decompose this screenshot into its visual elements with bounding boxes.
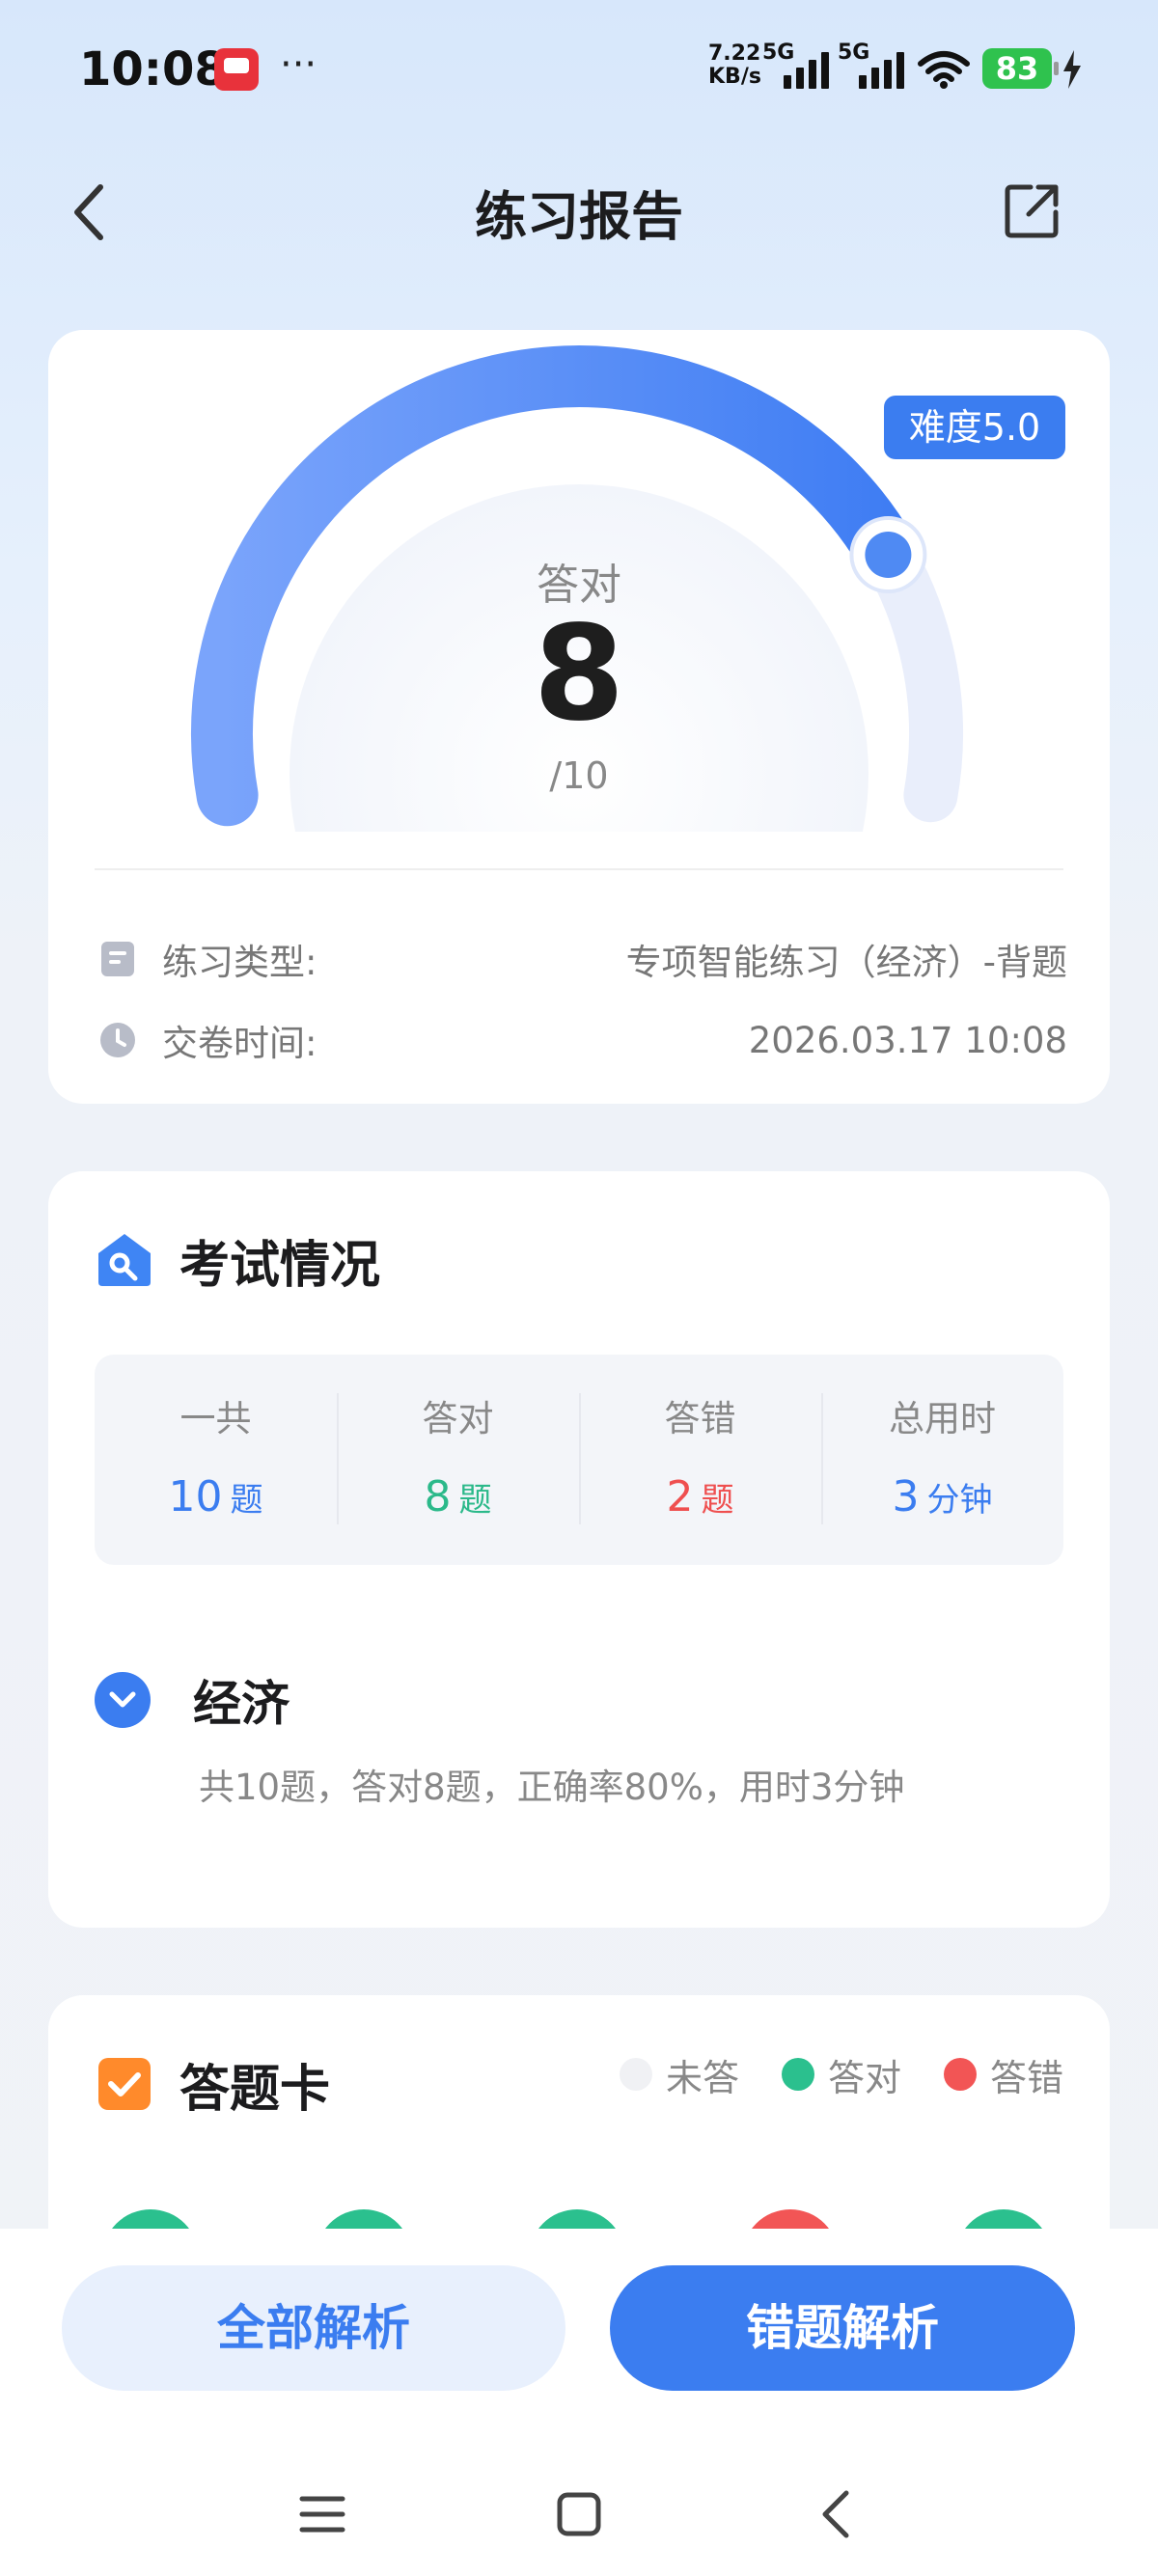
- stat-time-value: 3: [892, 1472, 920, 1521]
- charging-icon: [1063, 50, 1081, 89]
- network-speed: 7.22 KB/s: [708, 42, 761, 89]
- subject-name: 经济: [193, 1676, 290, 1732]
- legend-wrong-dot: [943, 2058, 977, 2091]
- network-speed-unit: KB/s: [708, 65, 761, 89]
- practice-type-value: 专项智能练习（经济）-背题: [625, 942, 1067, 983]
- share-icon: [1005, 184, 1059, 238]
- subject-summary: 共10题，答对8题，正确率80%，用时3分钟: [199, 1767, 905, 1808]
- stat-wrong: 答错 2题: [579, 1355, 821, 1565]
- stat-wrong-value: 2: [666, 1472, 694, 1521]
- chevron-down-icon[interactable]: [95, 1672, 151, 1728]
- status-bar: 10:08 ··· 7.22 KB/s 5G 5G 83: [0, 0, 1158, 135]
- network-speed-value: 7.22: [708, 41, 761, 66]
- share-button[interactable]: [994, 172, 1071, 249]
- stat-time: 总用时 3 分钟: [821, 1355, 1063, 1565]
- stat-time-label: 总用时: [889, 1398, 996, 1439]
- document-icon: [98, 940, 137, 978]
- signal-icon: [784, 50, 829, 89]
- header: 练习报告: [0, 154, 1158, 260]
- legend-wrong-label: 答错: [989, 2056, 1063, 2099]
- practice-type-row: 练习类型: 专项智能练习（经济）-背题: [98, 930, 1067, 988]
- answer-legend: 未答 答对 答错: [619, 2045, 1063, 2103]
- signal-icon: [859, 50, 904, 89]
- stat-wrong-unit: 题: [701, 1481, 734, 1520]
- checkbox-icon: [98, 2058, 151, 2110]
- wifi-icon: [918, 51, 970, 89]
- all-analysis-button[interactable]: 全部解析: [62, 2265, 565, 2391]
- practice-type-label: 练习类型:: [162, 942, 317, 983]
- stat-correct-unit: 题: [458, 1481, 492, 1520]
- exam-summary-card: 考试情况 一共 10 题 答对 8题 答错 2题 总用时 3 分钟 经济 共10题，…: [48, 1171, 1110, 1928]
- stat-total-label: 一共: [179, 1398, 252, 1439]
- wrong-analysis-button[interactable]: 错题解析: [610, 2265, 1075, 2391]
- legend-unanswered-label: 未答: [665, 2056, 739, 2099]
- clock-icon: [98, 1021, 137, 1059]
- stat-correct-value: 8: [424, 1472, 452, 1521]
- submit-time-value: 2026.03.17 10:08: [748, 1019, 1067, 1061]
- stat-correct: 答对 8题: [337, 1355, 579, 1565]
- page-title: 练习报告: [475, 186, 683, 247]
- exam-section-header: 考试情况: [95, 1221, 380, 1299]
- legend-correct-dot: [781, 2058, 814, 2091]
- stat-wrong-label: 答错: [664, 1398, 736, 1439]
- home-icon[interactable]: [540, 2476, 618, 2553]
- legend-unanswered-dot: [619, 2058, 652, 2091]
- score-total: /10: [549, 754, 609, 797]
- system-nav-bar: [0, 2449, 1158, 2576]
- stat-total-unit: 题: [230, 1481, 263, 1520]
- exam-stats: 一共 10 题 答对 8题 答错 2题 总用时 3 分钟: [95, 1355, 1063, 1565]
- bottom-action-bar: 全部解析 错题解析: [0, 2229, 1158, 2576]
- submit-time-row: 交卷时间: 2026.03.17 10:08: [98, 1011, 1067, 1069]
- menu-icon[interactable]: [284, 2476, 361, 2553]
- battery-indicator: 83: [982, 48, 1059, 89]
- difficulty-badge: 难度5.0: [884, 396, 1065, 459]
- score-card: 难度5.0 答对 8 /10 练习类型: 专项智能练习（经济）-背题 交卷时间:…: [48, 330, 1110, 1104]
- nav-back-icon[interactable]: [797, 2476, 874, 2553]
- app-notification-icon: [214, 48, 259, 91]
- subject-economics[interactable]: 经济: [95, 1661, 290, 1739]
- answer-card-header: 答题卡: [95, 2045, 330, 2123]
- stat-correct-label: 答对: [422, 1398, 494, 1439]
- divider: [95, 868, 1063, 870]
- stat-time-unit: 分钟: [926, 1481, 993, 1520]
- answer-card-title: 答题卡: [179, 2060, 331, 2119]
- stat-total: 一共 10 题: [95, 1355, 337, 1565]
- exam-section-title: 考试情况: [179, 1236, 381, 1295]
- submit-time-label: 交卷时间:: [162, 1023, 317, 1064]
- score-correct-count: 8: [533, 598, 625, 751]
- stat-total-value: 10: [168, 1472, 223, 1521]
- exam-icon: [98, 1234, 151, 1286]
- legend-correct-label: 答对: [827, 2056, 901, 2099]
- status-time: 10:08: [79, 42, 227, 96]
- more-notifications-icon: ···: [280, 42, 317, 87]
